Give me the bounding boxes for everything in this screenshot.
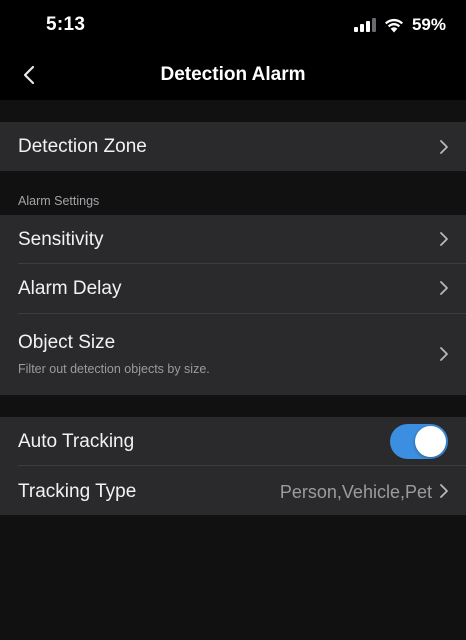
chevron-right-icon [440,347,448,361]
chevron-right-icon [440,140,448,154]
alarm-delay-row[interactable]: Alarm Delay [0,264,466,313]
status-time: 5:13 [46,14,86,35]
nav-bar: Detection Alarm [0,50,466,100]
sensitivity-row[interactable]: Sensitivity [0,215,466,263]
wifi-icon [384,18,403,32]
object-size-row[interactable]: Object Size [0,314,466,394]
chevron-right-icon [440,232,448,246]
tracking-type-label: Tracking Type [18,481,137,502]
sensitivity-label: Sensitivity [18,229,104,250]
battery-percentage: 59% [411,15,446,34]
detection-zone-row[interactable]: Detection Zone [0,122,466,171]
chevron-right-icon [440,281,448,295]
auto-tracking-toggle[interactable] [390,424,448,459]
status-bar: 5:13 59% [0,0,466,50]
object-size-label: Object Size [18,332,116,353]
auto-tracking-label: Auto Tracking [18,431,135,452]
page-title: Detection Alarm [160,64,306,85]
toggle-knob [415,426,446,457]
chevron-right-icon [440,484,448,498]
detection-zone-label: Detection Zone [18,136,147,157]
status-icons: 59% [353,14,446,36]
object-size-subtitle: Filter out detection objects by size. [18,362,210,376]
alarm-settings-header: Alarm Settings [18,194,100,208]
tracking-type-value: Person,Vehicle,Pet [279,482,432,502]
alarm-delay-label: Alarm Delay [18,278,122,299]
cellular-signal-icon [353,18,376,32]
